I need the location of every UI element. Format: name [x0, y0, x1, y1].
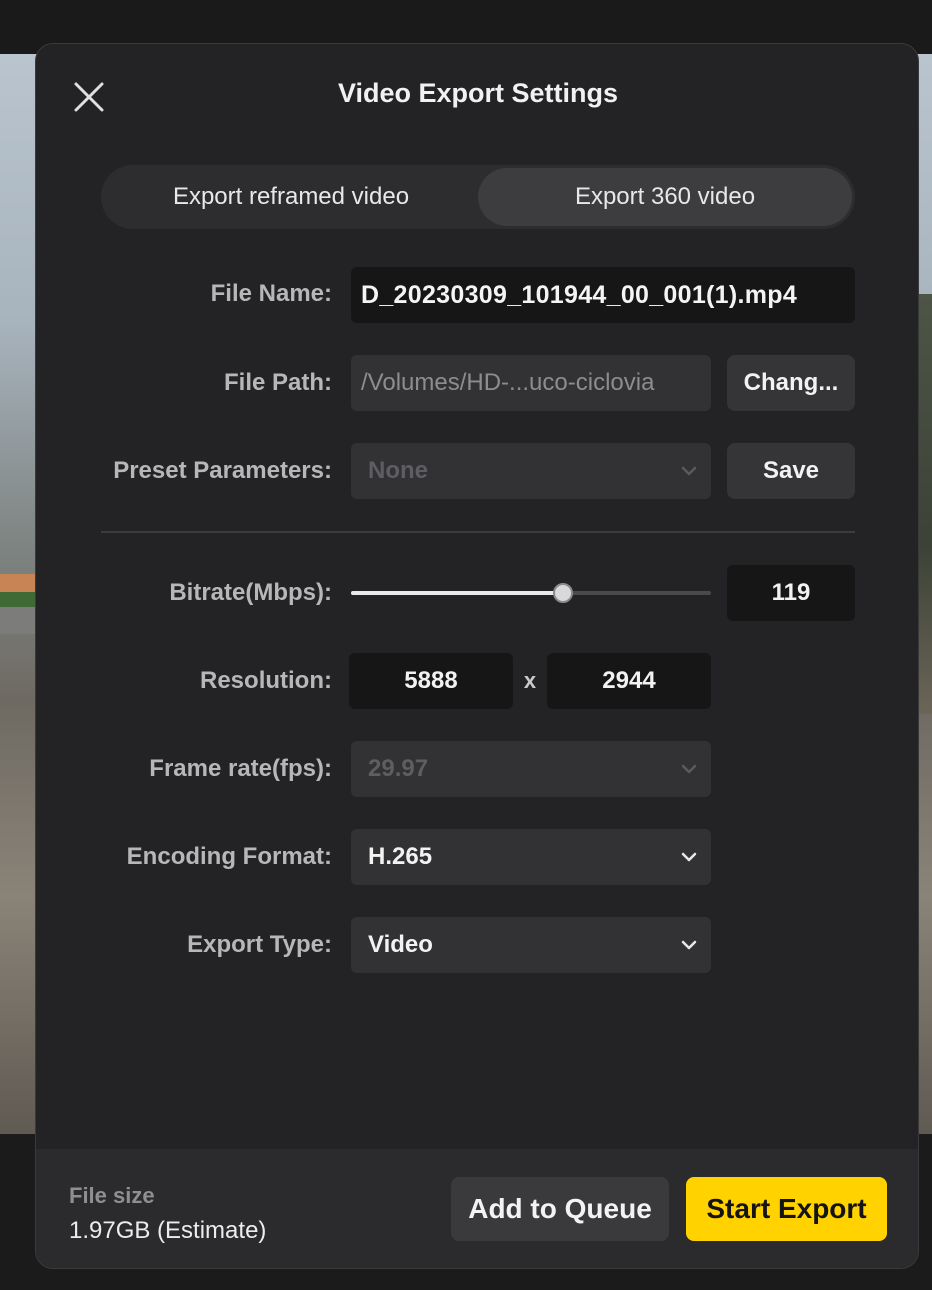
file-size-value: 1.97GB (Estimate) [69, 1217, 267, 1244]
chevron-down-icon [681, 764, 697, 774]
preset-label: Preset Parameters: [113, 457, 332, 484]
file-path-field[interactable]: /Volumes/HD-...uco-ciclovia [351, 355, 711, 411]
frame-rate-value: 29.97 [368, 755, 429, 782]
bitrate-label: Bitrate(Mbps): [169, 579, 332, 606]
bitrate-slider[interactable] [351, 583, 711, 603]
resolution-height-input[interactable]: 2944 [547, 653, 711, 709]
bitrate-slider-fill [351, 591, 564, 595]
frame-rate-select[interactable]: 29.97 [351, 741, 711, 797]
file-name-label: File Name: [210, 280, 332, 307]
tab-export-reframed[interactable]: Export reframed video [104, 168, 478, 226]
section-divider [101, 531, 855, 533]
file-path-label: File Path: [223, 369, 332, 396]
encoding-format-label: Encoding Format: [126, 843, 332, 870]
frame-rate-label: Frame rate(fps): [149, 755, 332, 782]
change-path-button[interactable]: Chang... [727, 355, 855, 411]
chevron-down-icon [681, 940, 697, 950]
export-type-select[interactable]: Video [351, 917, 711, 973]
resolution-label: Resolution: [200, 667, 332, 694]
resolution-separator: x [523, 668, 537, 693]
chevron-down-icon [681, 852, 697, 862]
video-export-dialog: Video Export Settings Export reframed vi… [35, 43, 919, 1269]
background-house [0, 574, 36, 634]
bitrate-input[interactable]: 119 [727, 565, 855, 621]
encoding-format-select[interactable]: H.265 [351, 829, 711, 885]
export-type-label: Export Type: [187, 931, 332, 958]
preset-value: None [368, 457, 428, 484]
export-mode-toggle: Export reframed video Export 360 video [101, 165, 855, 229]
chevron-down-icon [681, 466, 697, 476]
save-preset-button[interactable]: Save [727, 443, 855, 499]
tab-export-360[interactable]: Export 360 video [478, 168, 852, 226]
file-name-input[interactable]: D_20230309_101944_00_001(1).mp4 [351, 267, 855, 323]
add-to-queue-button[interactable]: Add to Queue [451, 1177, 669, 1241]
export-type-value: Video [368, 931, 433, 958]
encoding-format-value: H.265 [368, 843, 433, 870]
start-export-button[interactable]: Start Export [686, 1177, 887, 1241]
resolution-width-input[interactable]: 5888 [349, 653, 513, 709]
dialog-title: Video Export Settings [337, 78, 619, 108]
bitrate-slider-thumb[interactable] [553, 583, 574, 603]
dialog-footer: File size 1.97GB (Estimate) Add to Queue… [36, 1149, 918, 1268]
file-size-label: File size [69, 1183, 155, 1208]
preset-select[interactable]: None [351, 443, 711, 499]
